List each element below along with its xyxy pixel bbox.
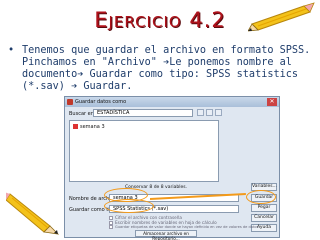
store-repository-button[interactable]: Almacenar archivo en Repositorio... [135,230,197,240]
close-icon[interactable]: ✕ [267,98,277,106]
up-folder-icon[interactable] [197,109,204,116]
spss-file-icon [73,124,78,129]
bullet-line: Tenemos que guardar el archivo en format… [22,45,311,56]
bullet-dot: • [8,45,15,56]
file-item[interactable]: semana 3 [73,124,105,130]
file-item-label: semana 3 [80,124,105,130]
option-value-labels[interactable]: Guardar etiquetas de valor donde se haya… [109,225,258,229]
pencil-icon [6,192,60,235]
bullet-line: documento➔ Guardar como tipo: SPSS stati… [22,69,299,80]
slide: Ejercicio 4.2 • Tenemos que guardar el a… [0,0,320,240]
cancel-button[interactable]: Cancelar [251,214,277,222]
dialog-title: Guardar datos como [75,99,127,105]
bullet-line: Pinchamos en "Archivo" ➔Le ponemos nombr… [22,57,292,68]
bullet-line: (*.sav) ➔ Guardar. [22,81,133,92]
look-in-label: Buscar en: [69,111,96,117]
new-folder-icon[interactable] [206,109,213,116]
file-list[interactable]: semana 3 [69,120,219,182]
view-menu-icon[interactable] [215,109,222,116]
slide-title: Ejercicio 4.2 [94,8,226,32]
option-label: Guardar etiquetas de valor donde se haya… [115,225,259,229]
dialog-titlebar: Guardar datos como ✕ [65,97,279,107]
save-data-dialog: Guardar datos como ✕ Buscar en: ESTADÍST… [64,96,280,240]
highlight-file-type [104,199,154,213]
look-in-select[interactable]: ESTADÍSTICA [93,109,193,117]
paste-button[interactable]: Pegar [251,204,277,212]
app-icon [67,99,73,105]
highlight-save-button [246,190,276,204]
checkbox[interactable] [109,225,113,229]
